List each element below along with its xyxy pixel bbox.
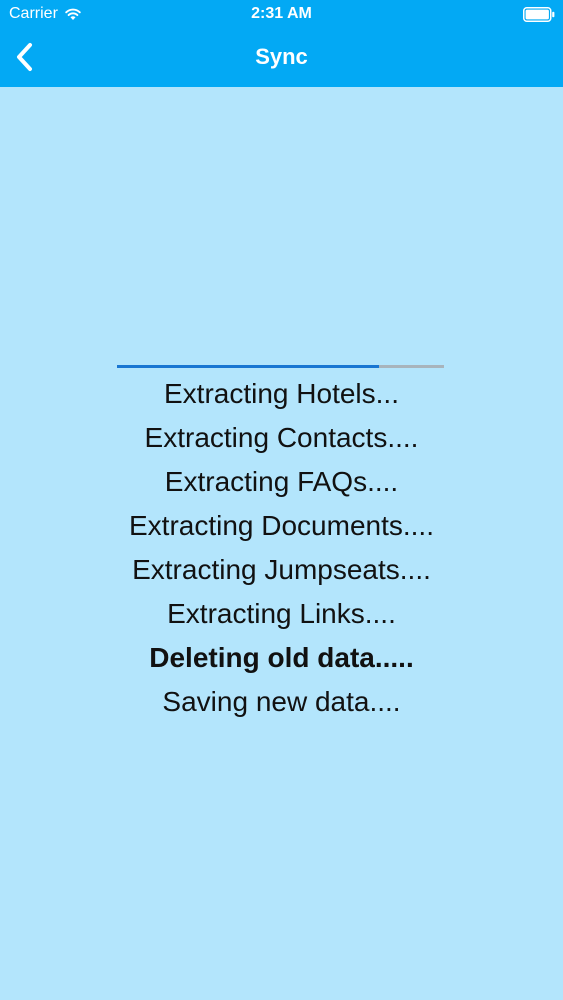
log-line-deleting: Deleting old data.....	[149, 642, 414, 673]
sync-progress-fill	[117, 365, 379, 368]
log-line-faqs: Extracting FAQs....	[164, 466, 399, 497]
battery-icon	[523, 7, 555, 22]
sync-progress-bar	[117, 365, 444, 368]
log-line-saving: Saving new data....	[162, 686, 401, 717]
status-time: 2:31 AM	[251, 5, 312, 22]
log-line-contacts: Extracting Contacts....	[144, 422, 419, 453]
header: Carrier 2:31 AM Sync	[0, 0, 563, 87]
page-title: Sync	[255, 44, 308, 69]
status-bar: Carrier 2:31 AM	[0, 0, 563, 30]
nav-bar: Sync	[0, 30, 563, 87]
sync-log-list: Extracting Hotels... Extracting Contacts…	[0, 372, 563, 724]
log-line-hotels: Extracting Hotels...	[164, 378, 399, 409]
log-line-jumpseats: Extracting Jumpseats....	[132, 554, 431, 585]
sync-screen: Carrier 2:31 AM Sync Extracting Hotels..…	[0, 0, 563, 1000]
log-line-links: Extracting Links....	[167, 598, 396, 629]
log-line-documents: Extracting Documents....	[128, 510, 434, 541]
